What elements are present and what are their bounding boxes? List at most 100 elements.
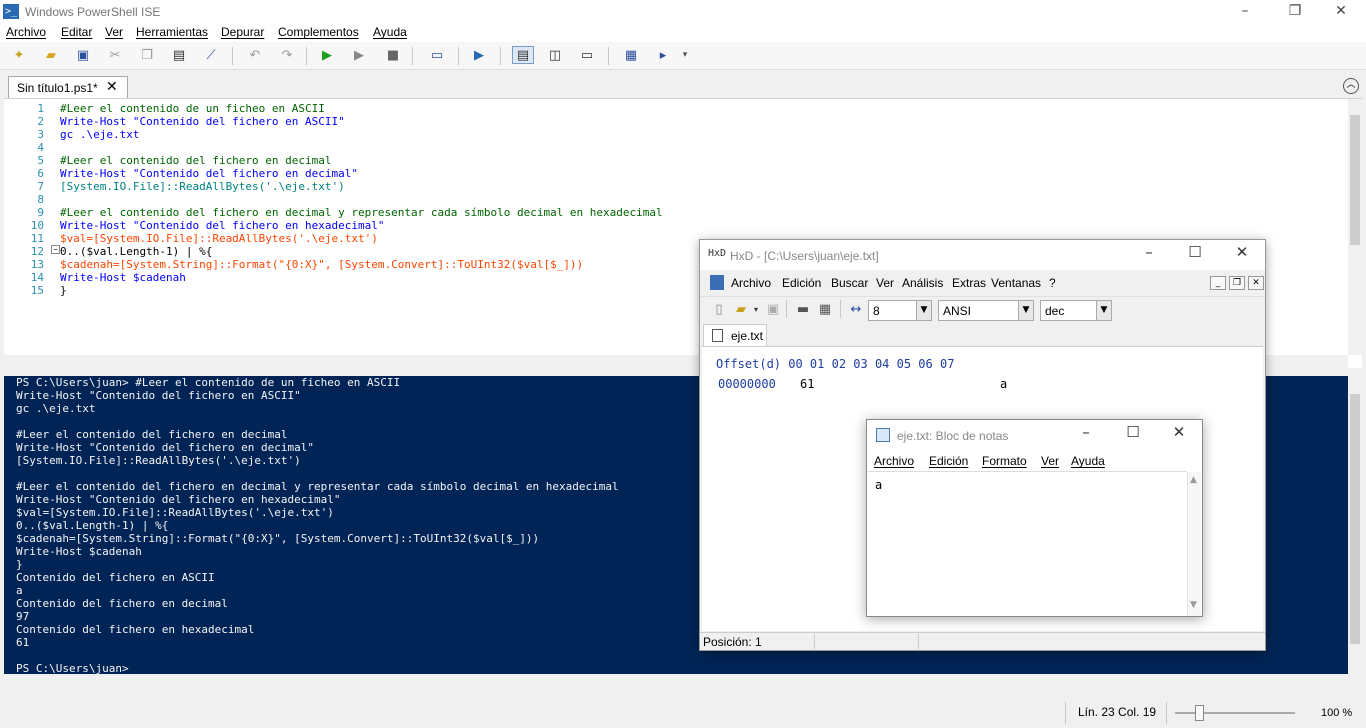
maximize-button[interactable]: ❐ [1272,0,1318,24]
clear-console-icon[interactable]: ⟋ [202,46,220,64]
mdi-close-icon[interactable]: ✕ [1248,276,1264,290]
console-line: 0..($val.Length-1) | %{ [16,519,169,532]
disk-icon[interactable]: ▦ [816,300,834,318]
undo-icon[interactable]: ↶ [246,46,264,64]
hxd-menu-edicion[interactable]: Edición [782,276,821,290]
notepad-close-button[interactable]: ✕ [1156,423,1202,441]
close-button[interactable]: ✕ [1318,0,1364,24]
open-folder-icon[interactable]: ▰ [42,46,60,64]
layout-right-icon[interactable]: ◫ [546,46,564,64]
show-commands-icon[interactable]: ▦ [622,46,640,64]
notepad-window[interactable]: eje.txt: Bloc de notas – ☐ ✕ Archivo Edi… [866,419,1203,617]
console-line: #Leer el contenido del fichero en decima… [16,428,288,441]
close-tab-icon[interactable]: ✕ [106,79,118,95]
minimize-button[interactable]: – [1222,0,1268,24]
console-horizontal-scrollbar[interactable] [4,674,1348,690]
hxd-menu-extras[interactable]: Extras [952,276,986,290]
toolbar-separator [840,300,841,318]
addon-icon[interactable]: ▸ [654,46,672,64]
scroll-up-icon[interactable]: ▲ [1190,475,1197,485]
hxd-menu-archivo[interactable]: Archivo [731,276,771,290]
copy-icon[interactable]: ❐ [138,46,156,64]
stop-icon[interactable]: ■ [384,46,402,64]
ram-icon[interactable]: ▬ [794,300,812,318]
console-line: Write-Host "Contenido del fichero en dec… [16,441,315,454]
console-vertical-scrollbar[interactable] [1348,376,1362,674]
menu-bar: Archivo Editar Ver Herramientas Depurar … [0,24,1366,42]
scroll-down-icon[interactable]: ▼ [1190,600,1197,610]
run-selection-icon[interactable]: ▶ [350,46,368,64]
menu-ver[interactable]: Ver [105,25,123,39]
toolbar-overflow-icon[interactable]: ▾ [680,46,690,64]
remote-powershell-icon[interactable]: ▭ [428,46,446,64]
notepad-menu-ayuda[interactable]: Ayuda [1071,454,1105,468]
save-icon[interactable]: ▣ [74,46,92,64]
paste-icon[interactable]: ▤ [170,46,188,64]
mdi-restore-icon[interactable]: ❐ [1229,276,1245,290]
hxd-menu-buscar[interactable]: Buscar [831,276,868,290]
hxd-tab-eje[interactable]: eje.txt [703,324,767,346]
hxd-menu-analisis[interactable]: Análisis [902,276,943,290]
notepad-menu-edicion[interactable]: Edición [929,454,968,468]
menu-editar[interactable]: Editar [61,25,92,39]
redo-icon[interactable]: ↷ [278,46,296,64]
notepad-vertical-scrollbar[interactable]: ▲ ▼ [1187,472,1201,616]
toolbar-separator [786,300,787,318]
hxd-minimize-button[interactable]: – [1126,243,1172,261]
open-file-icon[interactable]: ▰ [732,300,750,318]
hxd-maximize-button[interactable]: ☐ [1172,243,1218,261]
layout-top-icon[interactable]: ▤ [512,46,534,64]
notepad-maximize-button[interactable]: ☐ [1110,423,1156,441]
offset-base-value: dec [1045,304,1065,318]
line-number: 13 [30,258,44,271]
hxd-menu-ventanas[interactable]: Ventanas [991,276,1041,290]
fold-toggle-icon[interactable]: − [51,245,60,254]
mdi-minimize-icon[interactable]: _ [1210,276,1226,290]
charset-select[interactable]: ANSI ▼ [938,300,1034,321]
open-dropdown-icon[interactable]: ▾ [752,300,760,318]
menu-herramientas[interactable]: Herramientas [136,25,208,39]
menu-depurar[interactable]: Depurar [221,25,264,39]
save-icon[interactable]: ▣ [764,300,782,318]
hxd-close-button[interactable]: ✕ [1219,243,1265,261]
powershell-ise-icon: >_ [3,4,19,19]
collapse-pane-icon[interactable]: ︿ [1343,78,1359,94]
menu-ayuda[interactable]: Ayuda [373,25,407,39]
cursor-position: Lín. 23 Col. 19 [1078,705,1157,719]
editor-vertical-scrollbar[interactable] [1348,99,1362,355]
hxd-menu-ver[interactable]: Ver [876,276,894,290]
bytes-per-row-icon: ↔ [850,301,862,317]
notepad-menu-ver[interactable]: Ver [1041,454,1059,468]
hex-ascii-text[interactable]: a [1000,377,1007,391]
bytes-per-row-select[interactable]: 8 ▼ [868,300,932,321]
menu-archivo[interactable]: Archivo [6,25,46,39]
tab-script[interactable]: Sin título1.ps1* ✕ [8,76,128,98]
new-file-icon[interactable]: ▯ [710,300,728,318]
offset-base-select[interactable]: dec ▼ [1040,300,1112,321]
hxd-menu-help[interactable]: ? [1049,276,1056,290]
line-number: 10 [30,219,44,232]
bytes-per-row-value: 8 [873,304,880,318]
run-script-icon[interactable]: ▶ [318,46,336,64]
new-file-icon[interactable]: ✦ [10,46,28,64]
code-area[interactable]: #Leer el contenido de un ficheo en ASCII… [60,102,663,297]
zoom-slider-thumb[interactable] [1195,705,1204,721]
layout-max-icon[interactable]: ▭ [578,46,596,64]
code-line: Write-Host "Contenido del fichero en ASC… [60,115,345,128]
zoom-level: 100 % [1321,707,1353,719]
chevron-down-icon: ▼ [1096,301,1111,320]
hex-byte[interactable]: 61 [800,377,814,391]
scrollbar-thumb[interactable] [1350,115,1360,245]
menu-complementos[interactable]: Complementos [278,25,359,39]
scrollbar-thumb[interactable] [1350,394,1360,644]
notepad-minimize-button[interactable]: – [1063,423,1109,441]
zoom-slider[interactable] [1175,712,1295,714]
notepad-menu-archivo[interactable]: Archivo [874,454,914,468]
tab-strip: Sin título1.ps1* ✕ ︿ [0,72,1366,98]
console-line: Write-Host "Contenido del fichero en hex… [16,493,341,506]
cut-icon[interactable]: ✂ [106,46,124,64]
code-line: #Leer el contenido del fichero en decima… [60,154,332,167]
notepad-text-area[interactable]: a [868,471,1187,616]
notepad-menu-formato[interactable]: Formato [982,454,1027,468]
powershell-console-icon[interactable]: ▶ [470,46,488,64]
